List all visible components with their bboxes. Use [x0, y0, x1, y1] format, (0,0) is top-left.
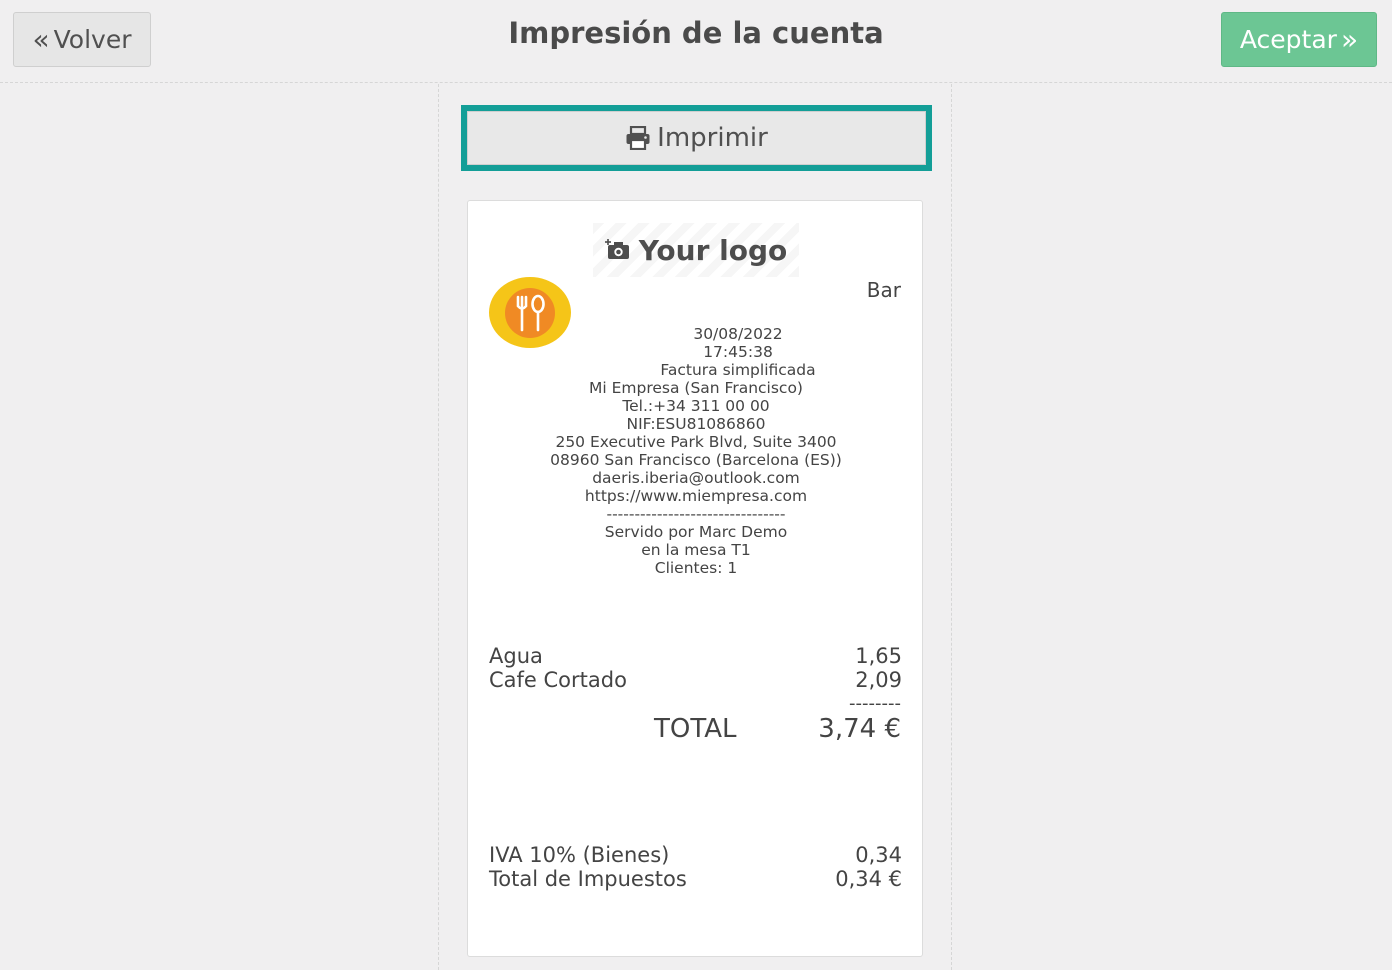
company-line: 250 Executive Park Blvd, Suite 3400 — [555, 433, 837, 451]
section-label: Bar — [866, 278, 901, 302]
tax-row: Total de Impuestos 0,34 € — [489, 867, 902, 891]
company-line: Clientes: 1 — [654, 559, 738, 577]
company-line: 08960 San Francisco (Barcelona (ES)) — [550, 451, 842, 469]
company-line: daeris.iberia@outlook.com — [592, 469, 800, 487]
print-button-label: Imprimir — [657, 123, 768, 153]
company-line: Servido por Marc Demo — [604, 523, 788, 541]
receipt-preview: Your logo Bar 30/08/2022 17:45:38 Factur… — [467, 200, 923, 957]
line-item-name: Agua — [489, 644, 543, 668]
tax-name: IVA 10% (Bienes) — [489, 843, 670, 867]
total-separator: -------- — [849, 693, 901, 714]
line-item-price: 1,65 — [855, 644, 902, 668]
line-item: Cafe Cortado 2,09 — [489, 668, 902, 692]
logo-placeholder: Your logo — [593, 223, 799, 277]
print-button[interactable]: Imprimir — [467, 111, 926, 165]
total-value: 3,74 € — [818, 714, 901, 744]
company-line: https://www.miempresa.com — [584, 487, 808, 505]
restaurant-badge-icon — [489, 277, 571, 348]
print-button-focus-ring: Imprimir — [461, 105, 932, 171]
printer-icon — [626, 126, 650, 150]
datetime-block: 30/08/2022 17:45:38 Factura simplificada — [658, 325, 818, 379]
company-line: Mi Empresa (San Francisco) — [589, 379, 803, 397]
double-chevron-right-icon: » — [1340, 22, 1359, 56]
accept-button-label: Aceptar — [1239, 25, 1337, 54]
tax-row: IVA 10% (Bienes) 0,34 — [489, 843, 902, 867]
tax-name: Total de Impuestos — [489, 867, 687, 891]
company-line: Tel.:+34 311 00 00 — [622, 397, 770, 415]
company-info: Mi Empresa (San Francisco) Tel.:+34 311 … — [468, 379, 924, 577]
top-bar: « Volver Impresión de la cuenta Aceptar … — [0, 0, 1392, 83]
company-line: NIF:ESU81086860 — [626, 415, 766, 433]
receipt-datetime: 30/08/2022 17:45:38 — [693, 325, 783, 361]
accept-button[interactable]: Aceptar » — [1221, 12, 1377, 67]
company-line: -------------------------------- — [606, 505, 786, 523]
page-title: Impresión de la cuenta — [508, 16, 884, 50]
line-item-price: 2,09 — [855, 668, 902, 692]
company-line: en la mesa T1 — [641, 541, 751, 559]
camera-add-icon — [604, 239, 629, 259]
tax-value: 0,34 € — [835, 867, 902, 891]
logo-placeholder-text: Your logo — [638, 233, 788, 267]
line-item: Agua 1,65 — [489, 644, 902, 668]
line-item-name: Cafe Cortado — [489, 668, 627, 692]
tax-value: 0,34 — [855, 843, 902, 867]
total-label: TOTAL — [654, 714, 737, 744]
receipt-doc-type: Factura simplificada — [660, 361, 816, 379]
